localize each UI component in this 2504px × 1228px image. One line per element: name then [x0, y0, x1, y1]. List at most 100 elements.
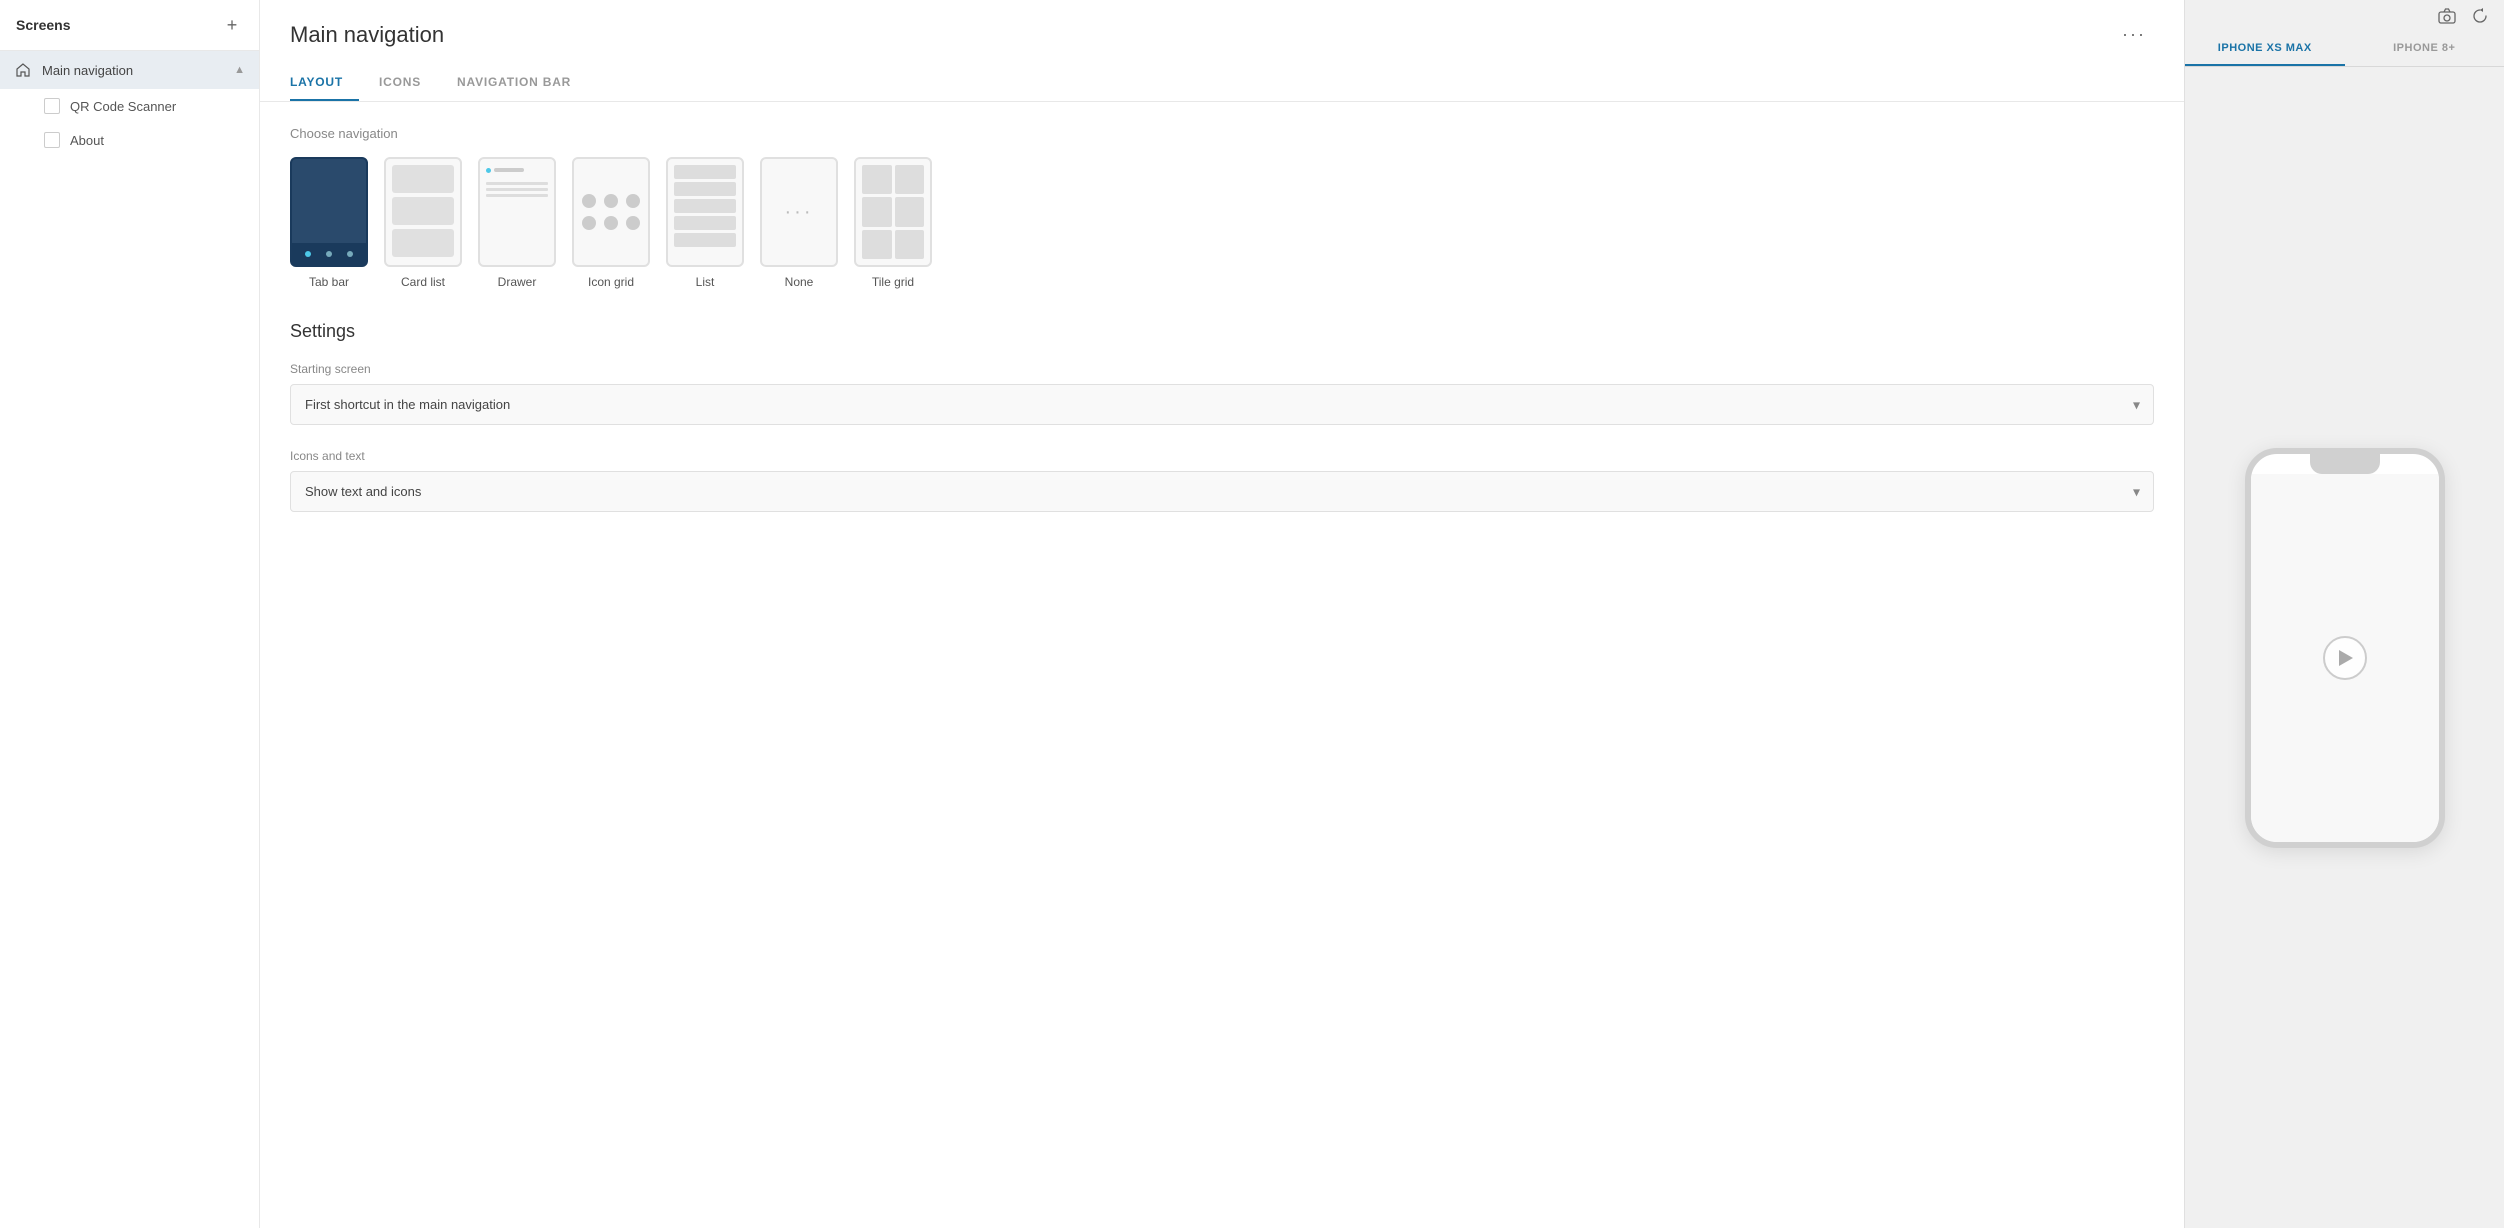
- icon-circle-6: [626, 216, 640, 230]
- device-tabs: IPHONE XS MAX IPHONE 8+: [2185, 32, 2504, 67]
- tab-icons[interactable]: ICONS: [379, 65, 437, 101]
- nav-option-icon-grid[interactable]: Icon grid: [572, 157, 650, 289]
- camera-button[interactable]: [2438, 8, 2456, 24]
- sidebar-sub-item-qr-label: QR Code Scanner: [70, 99, 176, 114]
- sidebar-sub-item-qr-code-scanner[interactable]: QR Code Scanner: [0, 89, 259, 123]
- list-row-3: [674, 199, 736, 213]
- icons-text-select-wrapper: Show text and icons Show icons only Show…: [290, 471, 2154, 512]
- sidebar-item-main-navigation[interactable]: Main navigation ▲: [0, 51, 259, 89]
- settings-title: Settings: [290, 321, 2154, 342]
- list-row-2: [674, 182, 736, 196]
- list-illustration: [668, 159, 742, 265]
- preview-header: [2185, 0, 2504, 32]
- tab-layout[interactable]: LAYOUT: [290, 65, 359, 101]
- nav-option-list[interactable]: List: [666, 157, 744, 289]
- device-tab-iphone-8-plus[interactable]: IPHONE 8+: [2345, 32, 2504, 66]
- tile-grid-label: Tile grid: [872, 275, 914, 289]
- preview-panel: IPHONE XS MAX IPHONE 8+: [2184, 0, 2504, 1228]
- nav-option-tile-grid[interactable]: Tile grid: [854, 157, 932, 289]
- tile-4: [895, 197, 925, 226]
- nav-option-drawer[interactable]: Drawer: [478, 157, 556, 289]
- tile-2: [895, 165, 925, 194]
- sub-item-icon: [44, 98, 60, 114]
- camera-icon: [2438, 8, 2456, 24]
- none-illustration: ···: [762, 159, 836, 265]
- choose-navigation-label: Choose navigation: [290, 126, 2154, 141]
- sidebar-title: Screens: [16, 17, 70, 33]
- drawer-sep-1: [486, 182, 548, 185]
- play-icon: [2339, 650, 2353, 666]
- page-title: Main navigation: [290, 22, 444, 48]
- tile-3: [862, 197, 892, 226]
- icon-grid-card[interactable]: [572, 157, 650, 267]
- list-card[interactable]: [666, 157, 744, 267]
- icons-text-label: Icons and text: [290, 449, 2154, 463]
- more-options-button[interactable]: ···: [2114, 20, 2154, 49]
- tab-navigation-bar[interactable]: NAVIGATION BAR: [457, 65, 587, 101]
- card-row-2: [392, 197, 454, 225]
- list-label: List: [696, 275, 715, 289]
- tab-bar-card[interactable]: [290, 157, 368, 267]
- sidebar-sub-item-about[interactable]: About: [0, 123, 259, 157]
- tile-grid-card[interactable]: [854, 157, 932, 267]
- card-list-label: Card list: [401, 275, 445, 289]
- content-area: Choose navigation Tab bar: [260, 102, 2184, 1228]
- refresh-icon: [2472, 8, 2488, 24]
- list-row-4: [674, 216, 736, 230]
- main-header: Main navigation ···: [260, 0, 2184, 49]
- drawer-header: [486, 165, 548, 175]
- phone-screen: [2251, 474, 2439, 842]
- tile-5: [862, 230, 892, 259]
- drawer-illustration: [480, 159, 554, 265]
- refresh-button[interactable]: [2472, 8, 2488, 24]
- play-button[interactable]: [2323, 636, 2367, 680]
- phone-mockup: [2245, 448, 2445, 848]
- sidebar-item-main-navigation-label: Main navigation: [42, 63, 133, 78]
- list-row-1: [674, 165, 736, 179]
- tabbar-dot-1: [305, 251, 311, 257]
- starting-screen-select[interactable]: First shortcut in the main navigation La…: [290, 384, 2154, 425]
- none-card[interactable]: ···: [760, 157, 838, 267]
- tile-6: [895, 230, 925, 259]
- sidebar-sub-item-about-label: About: [70, 133, 104, 148]
- starting-screen-label: Starting screen: [290, 362, 2154, 376]
- nav-option-tab-bar[interactable]: Tab bar: [290, 157, 368, 289]
- phone-preview-area: [2185, 67, 2504, 1228]
- nav-options-group: Tab bar Card list: [290, 157, 2154, 289]
- sub-item-icon-about: [44, 132, 60, 148]
- tile-1: [862, 165, 892, 194]
- nav-option-none[interactable]: ··· None: [760, 157, 838, 289]
- icon-circle-5: [604, 216, 618, 230]
- tabbar-screen: [292, 159, 366, 243]
- sidebar: Screens + Main navigation ▲ QR Code Scan…: [0, 0, 260, 1228]
- drawer-sep-2: [486, 188, 548, 191]
- drawer-card[interactable]: [478, 157, 556, 267]
- icon-grid-illustration: [574, 159, 648, 265]
- icon-circle-4: [582, 216, 596, 230]
- device-tab-iphone-xs-max[interactable]: IPHONE XS MAX: [2185, 32, 2345, 66]
- drawer-label: Drawer: [498, 275, 537, 289]
- drawer-dot: [486, 168, 491, 173]
- tabbar-dot-2: [326, 251, 332, 257]
- home-icon: [14, 61, 32, 79]
- icon-row-1: [582, 194, 640, 208]
- icon-row-2: [582, 216, 640, 230]
- icons-text-group: Icons and text Show text and icons Show …: [290, 449, 2154, 512]
- icon-grid-label: Icon grid: [588, 275, 634, 289]
- tab-bar-label: Tab bar: [309, 275, 349, 289]
- starting-screen-select-wrapper: First shortcut in the main navigation La…: [290, 384, 2154, 425]
- icons-text-select[interactable]: Show text and icons Show icons only Show…: [290, 471, 2154, 512]
- card-list-illustration: [386, 159, 460, 265]
- phone-notch: [2310, 454, 2380, 474]
- tile-grid-illustration: [856, 159, 930, 265]
- icon-circle-2: [604, 194, 618, 208]
- add-screen-button[interactable]: +: [221, 14, 243, 36]
- card-row-3: [392, 229, 454, 257]
- chevron-up-icon: ▲: [234, 64, 245, 76]
- nav-option-card-list[interactable]: Card list: [384, 157, 462, 289]
- card-list-card[interactable]: [384, 157, 462, 267]
- icon-circle-3: [626, 194, 640, 208]
- drawer-sep-3: [486, 194, 548, 197]
- drawer-line: [494, 168, 524, 172]
- sidebar-header: Screens +: [0, 0, 259, 51]
